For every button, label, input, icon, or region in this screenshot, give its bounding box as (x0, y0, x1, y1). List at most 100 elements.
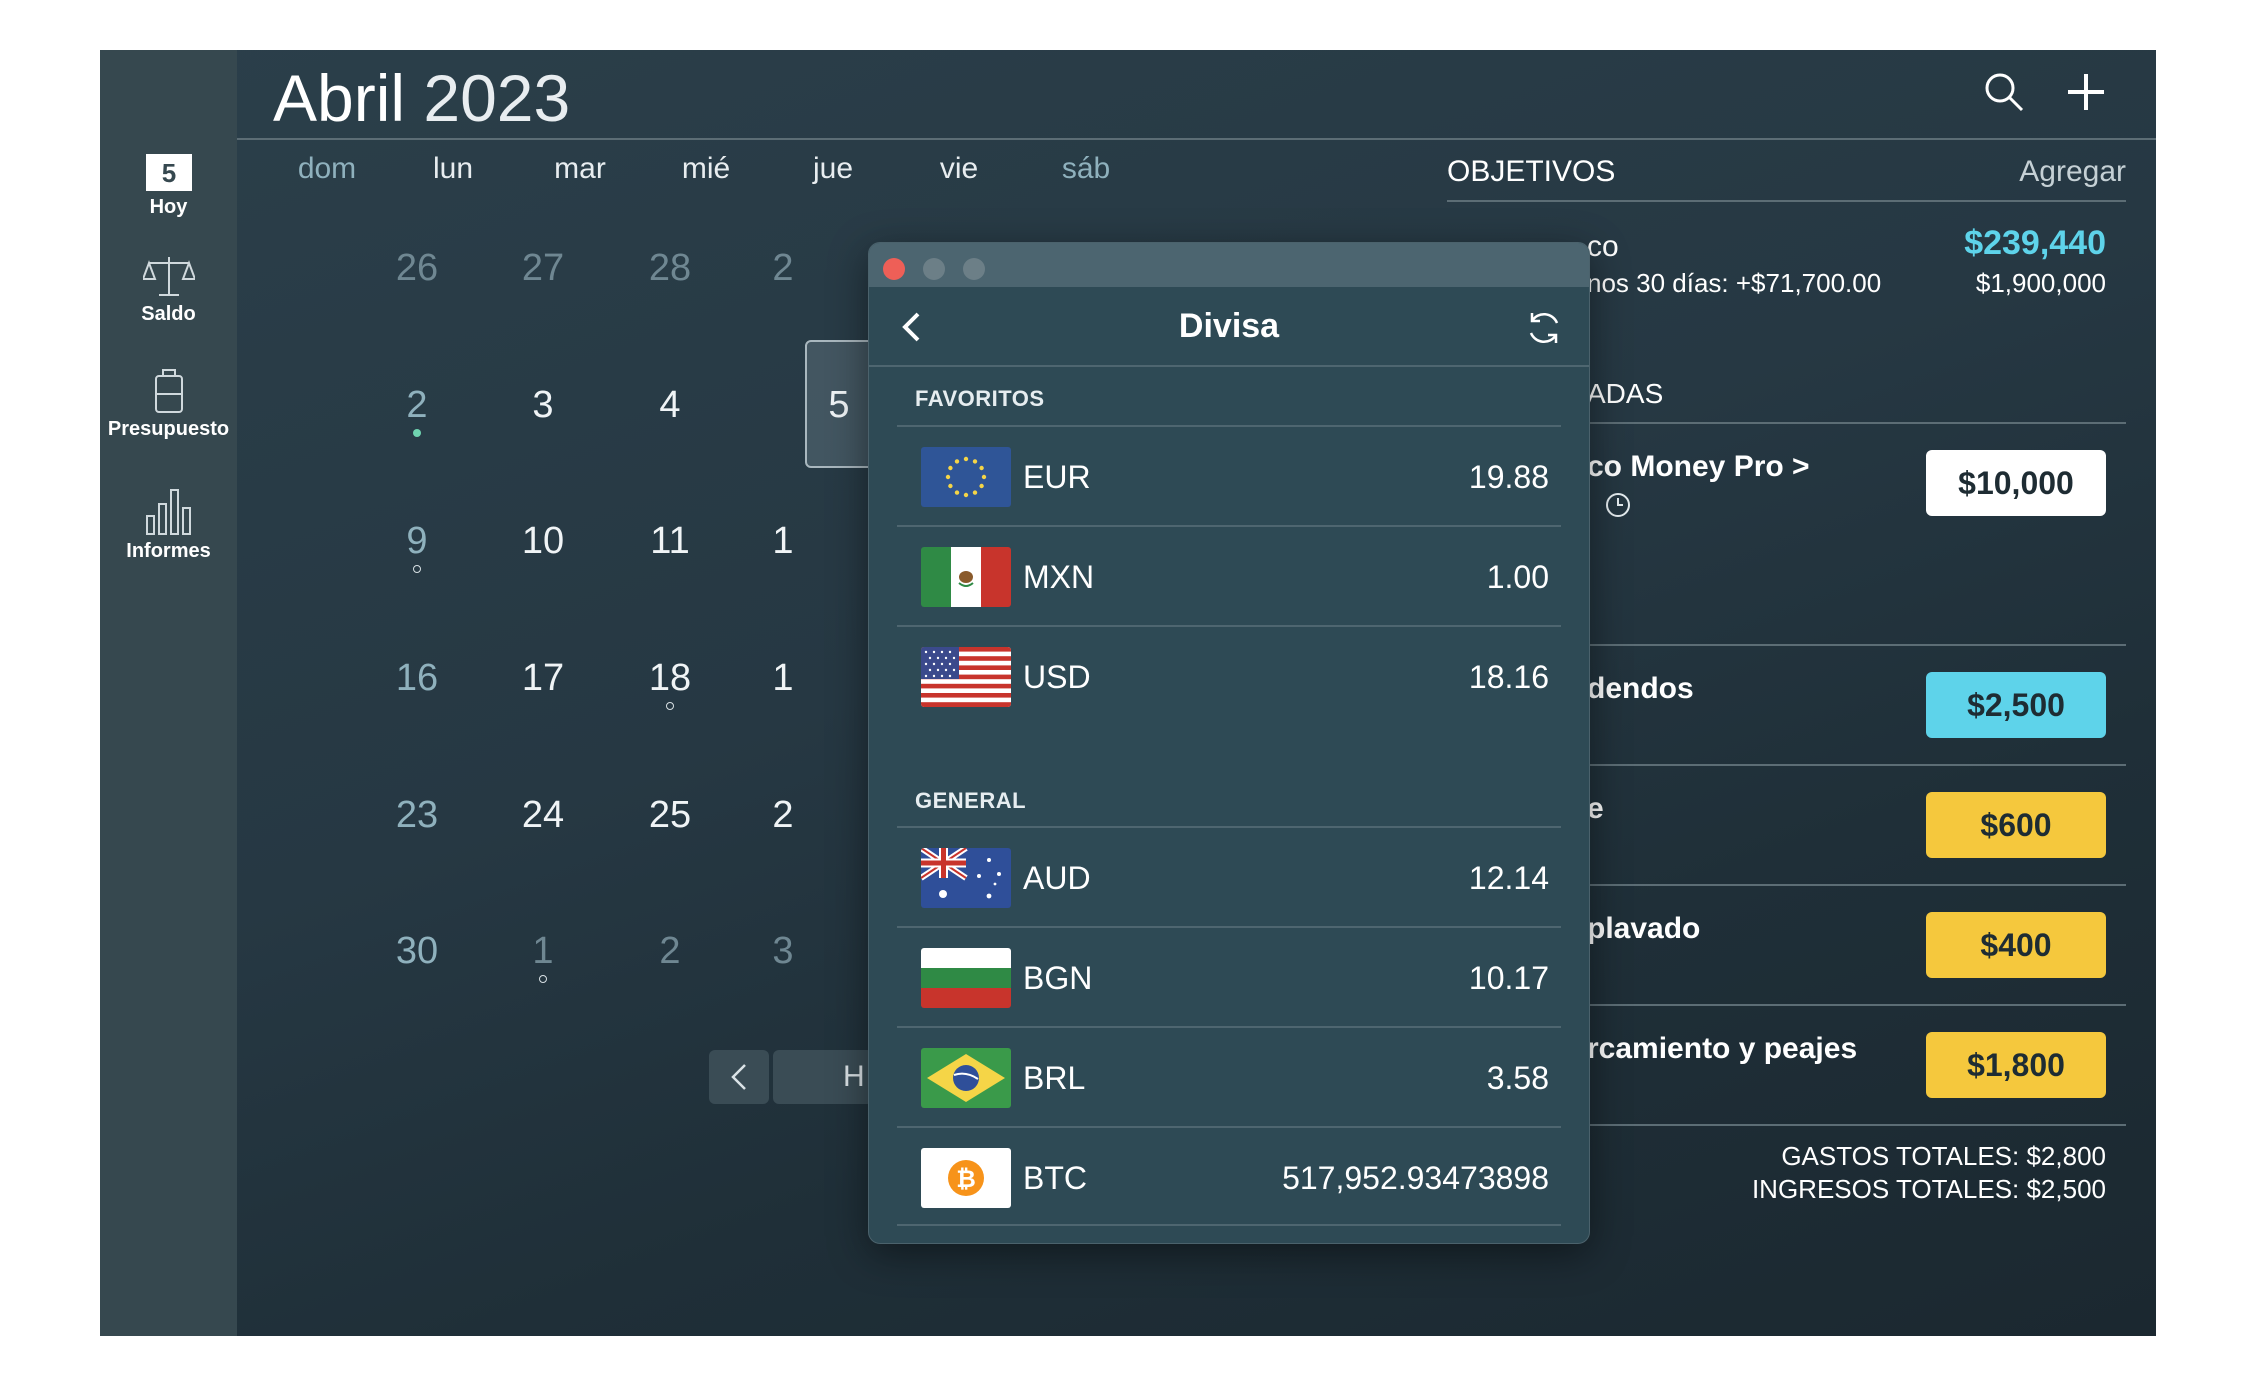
prev-month-button[interactable] (709, 1050, 769, 1104)
toolbar (1984, 72, 2106, 112)
calendar-day[interactable]: 11 (607, 520, 733, 563)
item-title[interactable]: dendos (1587, 672, 1694, 706)
calendar-day[interactable]: 1 (480, 930, 606, 983)
amount-button[interactable]: $400 (1926, 912, 2106, 978)
weekday-header: dom lun mar mié jue vie sáb (298, 152, 1110, 192)
section-title: ADAS (1587, 378, 1664, 409)
weekday-label: sáb (1061, 152, 1111, 185)
sidebar-item-today[interactable]: 5 Hoy (100, 146, 237, 219)
calendar-day[interactable]: 17 (480, 657, 606, 700)
currency-row-usd[interactable]: USD 18.16 (897, 625, 1561, 725)
currency-row-eur[interactable]: EUR 19.88 (897, 425, 1561, 525)
sidebar-item-label: Saldo (141, 303, 196, 325)
sidebar: 5 Hoy Saldo Presupuesto Informes (100, 50, 237, 1336)
calendar-day[interactable]: 1 (763, 520, 803, 563)
amount-button[interactable]: $600 (1926, 792, 2106, 858)
currency-dialog: Divisa FAVORITOS EUR 19.88 MXN 1.00 USD … (868, 242, 1590, 1244)
bulgaria-flag-icon (921, 948, 1011, 1008)
totals: GASTOS TOTALES: $2,800 INGRESOS TOTALES:… (1752, 1140, 2106, 1206)
calendar-day[interactable]: 9 (354, 520, 480, 573)
calendar-day[interactable]: 16 (354, 657, 480, 700)
weekday-label: mar (554, 152, 606, 185)
balance-scale-icon (142, 257, 195, 296)
calendar-day[interactable]: 2 (354, 384, 480, 437)
currency-rate: 12.14 (1468, 860, 1549, 896)
calendar-day[interactable]: 18 (607, 657, 733, 710)
currency-code: USD (1023, 659, 1091, 695)
calendar-day[interactable]: 3 (480, 384, 606, 427)
currency-row-aud[interactable]: AUD 12.14 (897, 826, 1561, 926)
account-amount: $239,440 (1964, 224, 2106, 262)
close-window-button[interactable] (883, 258, 905, 280)
divider (1447, 200, 2126, 202)
sidebar-item-balance[interactable]: Saldo (100, 253, 237, 326)
svg-text:5: 5 (161, 158, 175, 188)
calendar-day[interactable]: 23 (354, 794, 480, 837)
currency-rate: 19.88 (1468, 459, 1549, 495)
dialog-title: Divisa (1178, 307, 1280, 345)
item-title[interactable]: rcamiento y peajes (1587, 1032, 1857, 1066)
amount-button[interactable]: $2,500 (1926, 672, 2106, 738)
general-section-label: GENERAL (915, 788, 1027, 813)
currency-row-brl[interactable]: BRL 3.58 (897, 1026, 1561, 1126)
currency-code: BTC (1023, 1160, 1087, 1196)
currency-row-bgn[interactable]: BGN 10.17 (897, 926, 1561, 1026)
sidebar-item-label: Hoy (149, 196, 188, 218)
calendar-day-selected[interactable]: 5 (819, 384, 859, 427)
eu-flag-icon (921, 447, 1011, 507)
sidebar-item-label: Presupuesto (107, 418, 230, 440)
calendar-day[interactable]: 3 (763, 930, 803, 973)
currency-rate: 3.58 (1486, 1060, 1549, 1096)
sidebar-item-budget[interactable]: Presupuesto (100, 368, 237, 441)
total-expenses: GASTOS TOTALES: $2,800 (1781, 1141, 2106, 1171)
minimize-window-button[interactable] (923, 258, 945, 280)
app-window: 5 Hoy Saldo Presupuesto Informes Abril 2… (100, 50, 2156, 1336)
currency-code: MXN (1023, 559, 1095, 595)
calendar-day[interactable]: 25 (607, 794, 733, 837)
plus-icon[interactable] (2066, 72, 2106, 112)
chevron-left-icon (731, 1064, 746, 1090)
zoom-window-button[interactable] (963, 258, 985, 280)
budget-jar-icon (154, 369, 183, 413)
currency-code: BRL (1023, 1060, 1086, 1096)
calendar-day[interactable]: 2 (763, 247, 803, 290)
calendar-day[interactable]: 10 (480, 520, 606, 563)
calendar-icon: 5 (145, 147, 192, 191)
sidebar-item-reports[interactable]: Informes (100, 486, 237, 563)
refresh-icon[interactable] (1525, 309, 1563, 347)
calendar-day[interactable]: 30 (354, 930, 480, 973)
account-name: co (1587, 230, 1619, 263)
currency-rate: 1.00 (1486, 559, 1549, 595)
page-title: Abril 2023 (273, 61, 571, 135)
amount-button[interactable]: $10,000 (1926, 450, 2106, 516)
currency-code: EUR (1023, 459, 1091, 495)
item-title[interactable]: plavado (1587, 912, 1700, 946)
currency-rate: 18.16 (1468, 659, 1549, 695)
weekday-label: lun (432, 152, 474, 185)
add-objective-button[interactable]: Agregar (2019, 155, 2126, 189)
currency-code: AUD (1023, 860, 1091, 896)
currency-code: BGN (1023, 960, 1093, 996)
calendar-day[interactable]: 4 (607, 384, 733, 427)
calendar-day[interactable]: 2 (607, 930, 733, 973)
currency-row-btc[interactable]: ₿ BTC 517,952.93473898 (897, 1126, 1561, 1226)
search-icon[interactable] (1984, 72, 2024, 112)
calendar-day[interactable]: 26 (354, 247, 480, 290)
calendar-day[interactable]: 27 (480, 247, 606, 290)
calendar-day[interactable]: 2 (763, 794, 803, 837)
calendar-day[interactable]: 1 (763, 657, 803, 700)
calendar-day[interactable]: 24 (480, 794, 606, 837)
australia-flag-icon (921, 848, 1011, 908)
currency-row-mxn[interactable]: MXN 1.00 (897, 525, 1561, 625)
weekday-label: vie (939, 152, 979, 185)
bitcoin-icon: ₿ (921, 1148, 1011, 1208)
amount-button[interactable]: $1,800 (1926, 1032, 2106, 1098)
calendar-day[interactable]: 28 (607, 247, 733, 290)
dialog-header: Divisa (869, 287, 1589, 367)
mexico-flag-icon (921, 547, 1011, 607)
clock-icon (1606, 492, 1631, 517)
today-button[interactable]: H (773, 1050, 873, 1104)
objectives-header: OBJETIVOS Agregar (1447, 155, 2126, 189)
weekday-label: mié (681, 152, 731, 185)
item-title[interactable]: co Money Pro > (1587, 450, 1810, 484)
